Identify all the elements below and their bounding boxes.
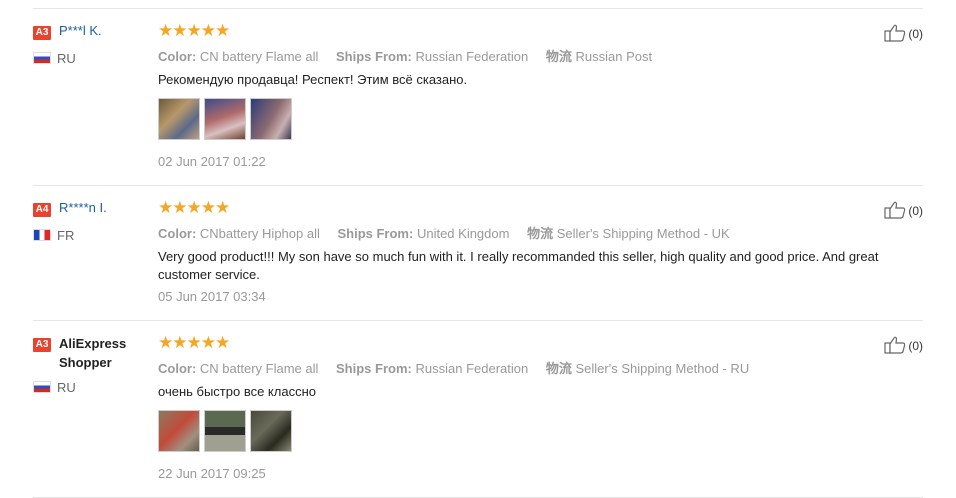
- thumbs-up-icon: [884, 24, 906, 42]
- star-rating: ★★★★★: [158, 333, 230, 352]
- helpful-count: (0): [908, 204, 923, 218]
- review-photo-thumbnail[interactable]: [158, 98, 200, 140]
- order-info: Color: CNbattery Hiphop all Ships From: …: [158, 223, 744, 242]
- color-value: CN battery Flame all: [199, 49, 319, 64]
- country-code: RU: [57, 51, 76, 66]
- review-text: очень быстро все классно: [158, 384, 316, 399]
- review-item: A3 P***l K. RU ★★★★★ Color: CN battery F…: [33, 8, 923, 185]
- color-label: Color:: [158, 226, 197, 241]
- reviewer-country: RU: [33, 51, 76, 66]
- ships-from-label: Ships From:: [336, 49, 412, 64]
- review-photo-thumbnail[interactable]: [250, 410, 292, 452]
- order-info: Color: CN battery Flame all Ships From: …: [158, 46, 666, 65]
- review-text: Рекомендую продавца! Респект! Этим всё с…: [158, 72, 468, 87]
- review-date: 22 Jun 2017 09:25: [158, 466, 266, 481]
- buyer-level-badge: A4: [33, 203, 51, 217]
- star-rating: ★★★★★: [158, 21, 230, 40]
- helpful-button[interactable]: (0): [884, 336, 923, 354]
- color-label: Color:: [158, 49, 197, 64]
- reviewer-name: AliExpress Shopper: [59, 336, 127, 370]
- helpful-button[interactable]: (0): [884, 24, 923, 42]
- logistics-value: Seller's Shipping Method - UK: [556, 226, 730, 241]
- logistics-label: 物流: [545, 49, 572, 64]
- review-text: Very good product!!! My son have so much…: [158, 249, 879, 282]
- helpful-count: (0): [908, 339, 923, 353]
- ships-from-value: United Kingdom: [416, 226, 510, 241]
- buyer-level-badge: A3: [33, 26, 51, 40]
- review-photo-thumbnail[interactable]: [250, 98, 292, 140]
- thumbs-up-icon: [884, 201, 906, 219]
- russia-flag-icon: [33, 381, 51, 393]
- logistics-label: 物流: [545, 361, 572, 376]
- country-code: FR: [57, 228, 75, 243]
- reviewer-name[interactable]: R****n I.: [59, 200, 107, 215]
- color-value: CNbattery Hiphop all: [199, 226, 320, 241]
- review-photos: [158, 98, 296, 145]
- logistics-value: Seller's Shipping Method - RU: [575, 361, 750, 376]
- logistics-label: 物流: [527, 226, 554, 241]
- star-rating: ★★★★★: [158, 198, 230, 217]
- review-photo-thumbnail[interactable]: [158, 410, 200, 452]
- color-value: CN battery Flame all: [199, 361, 319, 376]
- reviewer-country: FR: [33, 228, 74, 243]
- order-info: Color: CN battery Flame all Ships From: …: [158, 358, 763, 377]
- review-date: 05 Jun 2017 03:34: [158, 289, 266, 304]
- ships-from-value: Russian Federation: [415, 49, 529, 64]
- thumbs-up-icon: [884, 336, 906, 354]
- france-flag-icon: [33, 229, 51, 241]
- helpful-button[interactable]: (0): [884, 201, 923, 219]
- ships-from-value: Russian Federation: [415, 361, 529, 376]
- country-code: RU: [57, 380, 76, 395]
- color-label: Color:: [158, 361, 197, 376]
- review-item: A4 R****n I. FR ★★★★★ Color: CNbattery H…: [33, 185, 923, 320]
- reviewer-name[interactable]: P***l K.: [59, 23, 102, 38]
- review-item: A3 AliExpress Shopper RU ★★★★★ Color: CN…: [33, 320, 923, 498]
- ships-from-label: Ships From:: [336, 361, 412, 376]
- ships-from-label: Ships From:: [337, 226, 414, 241]
- review-photo-thumbnail[interactable]: [204, 410, 246, 452]
- logistics-value: Russian Post: [575, 49, 653, 64]
- review-photo-thumbnail[interactable]: [204, 98, 246, 140]
- buyer-level-badge: A3: [33, 338, 51, 352]
- review-photos: [158, 410, 296, 457]
- helpful-count: (0): [908, 27, 923, 41]
- reviewer-country: RU: [33, 380, 76, 395]
- review-date: 02 Jun 2017 01:22: [158, 154, 266, 169]
- review-list: A3 P***l K. RU ★★★★★ Color: CN battery F…: [33, 8, 923, 498]
- russia-flag-icon: [33, 52, 51, 64]
